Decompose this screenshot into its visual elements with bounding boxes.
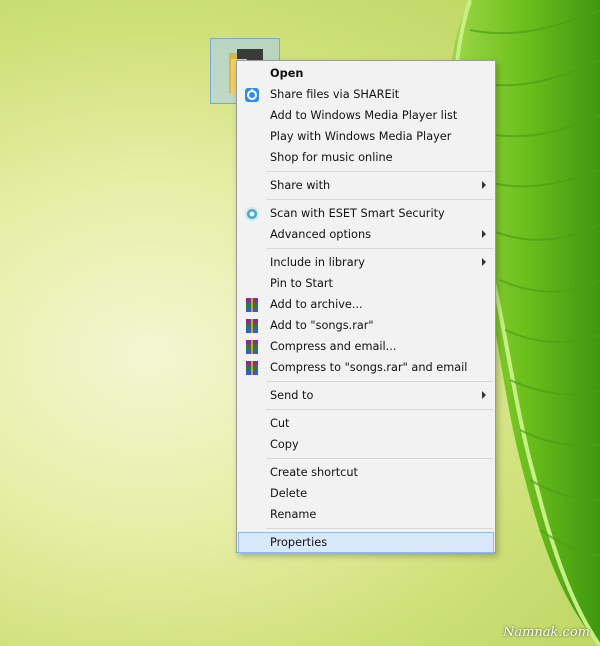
- menu-item-label: Create shortcut: [270, 466, 358, 479]
- winrar-icon: [244, 339, 260, 355]
- menu-separator: [266, 199, 493, 200]
- menu-separator: [266, 381, 493, 382]
- menu-item-label: Copy: [270, 438, 299, 451]
- menu-item-send-to[interactable]: Send to: [237, 385, 495, 406]
- menu-separator: [266, 458, 493, 459]
- menu-item-label: Properties: [270, 536, 328, 549]
- menu-item-cut[interactable]: Cut: [237, 413, 495, 434]
- menu-item-compress-to-songs-rar-and-email[interactable]: Compress to "songs.rar" and email: [237, 357, 495, 378]
- menu-item-label: Shop for music online: [270, 151, 393, 164]
- menu-item-label: Add to Windows Media Player list: [270, 109, 458, 122]
- menu-item-label: Scan with ESET Smart Security: [270, 207, 445, 220]
- winrar-icon: [244, 297, 260, 313]
- submenu-arrow-icon: [482, 391, 486, 399]
- menu-item-scan-with-eset-smart-security[interactable]: Scan with ESET Smart Security: [237, 203, 495, 224]
- menu-item-label: Add to "songs.rar": [270, 319, 374, 332]
- shareit-icon: [244, 87, 260, 103]
- menu-item-label: Share files via SHAREit: [270, 88, 400, 101]
- menu-item-create-shortcut[interactable]: Create shortcut: [237, 462, 495, 483]
- menu-item-rename[interactable]: Rename: [237, 504, 495, 525]
- eset-icon: [244, 206, 260, 222]
- menu-item-include-in-library[interactable]: Include in library: [237, 252, 495, 273]
- menu-item-label: Compress to "songs.rar" and email: [270, 361, 468, 374]
- winrar-icon: [244, 318, 260, 334]
- context-menu: Open Share files via SHAREit Add to Window…: [236, 60, 496, 553]
- menu-item-compress-and-email[interactable]: Compress and email...: [237, 336, 495, 357]
- submenu-arrow-icon: [482, 230, 486, 238]
- menu-item-label: Share with: [270, 179, 331, 192]
- menu-separator: [266, 528, 493, 529]
- menu-item-label: Play with Windows Media Player: [270, 130, 452, 143]
- menu-item-add-to-windows-media-player-list[interactable]: Add to Windows Media Player list: [237, 105, 495, 126]
- winrar-icon: [244, 360, 260, 376]
- menu-item-label: Open: [270, 67, 304, 80]
- menu-separator: [266, 248, 493, 249]
- menu-item-delete[interactable]: Delete: [237, 483, 495, 504]
- menu-item-label: Cut: [270, 417, 290, 430]
- menu-separator: [266, 409, 493, 410]
- menu-item-pin-to-start[interactable]: Pin to Start: [237, 273, 495, 294]
- menu-item-copy[interactable]: Copy: [237, 434, 495, 455]
- menu-item-label: Pin to Start: [270, 277, 333, 290]
- watermark: Namnak.com: [502, 625, 590, 640]
- menu-item-share-files-via-shareit[interactable]: Share files via SHAREit: [237, 84, 495, 105]
- menu-item-label: Advanced options: [270, 228, 371, 241]
- menu-item-share-with[interactable]: Share with: [237, 175, 495, 196]
- menu-item-label: Rename: [270, 508, 317, 521]
- menu-item-label: Send to: [270, 389, 314, 402]
- menu-item-add-to-songs-rar[interactable]: Add to "songs.rar": [237, 315, 495, 336]
- menu-item-label: Compress and email...: [270, 340, 397, 353]
- menu-item-properties[interactable]: Properties: [238, 532, 494, 553]
- menu-item-label: Add to archive...: [270, 298, 363, 311]
- menu-separator: [266, 171, 493, 172]
- submenu-arrow-icon: [482, 258, 486, 266]
- menu-item-label: Include in library: [270, 256, 365, 269]
- submenu-arrow-icon: [482, 181, 486, 189]
- menu-item-play-with-windows-media-player[interactable]: Play with Windows Media Player: [237, 126, 495, 147]
- menu-item-label: Delete: [270, 487, 308, 500]
- menu-item-shop-for-music-online[interactable]: Shop for music online: [237, 147, 495, 168]
- menu-item-open[interactable]: Open: [237, 63, 495, 84]
- menu-item-add-to-archive[interactable]: Add to archive...: [237, 294, 495, 315]
- menu-item-advanced-options[interactable]: Advanced options: [237, 224, 495, 245]
